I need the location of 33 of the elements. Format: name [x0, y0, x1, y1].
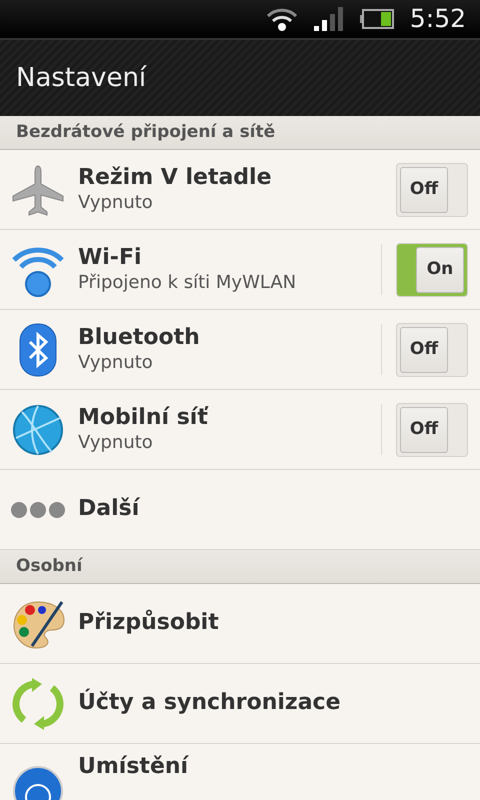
section-header: Bezdrátové připojení a sítě [16, 120, 276, 144]
item-title: Účty a synchronizace [78, 690, 342, 717]
item-title: Wi-Fi [78, 244, 143, 271]
toggle-switch[interactable]: Off [396, 402, 468, 456]
item-title: Umístění [78, 754, 190, 780]
settings-item[interactable]: Účty a synchronizace [0, 664, 480, 744]
item-title: Režim V letadle [78, 164, 273, 191]
wifi-signal-icon [266, 6, 298, 32]
item-subtitle: Vypnuto [78, 431, 154, 454]
location-globe-icon [10, 766, 66, 800]
item-subtitle: Vypnuto [78, 351, 154, 374]
item-subtitle: Připojeno k síti MyWLAN [78, 271, 298, 294]
toggle-switch[interactable]: On [396, 242, 468, 296]
settings-item[interactable]: Mobilní síť Vypnuto Off [0, 390, 480, 470]
settings-item[interactable]: Přizpůsobit [0, 584, 480, 664]
section-header: Osobní [16, 554, 82, 578]
settings-item[interactable]: Umístění [0, 744, 480, 800]
item-subtitle: Vypnuto [78, 191, 154, 214]
settings-item[interactable]: Bluetooth Vypnuto Off [0, 310, 480, 390]
sync-arrows-icon [10, 676, 66, 732]
settings-item[interactable]: Režim V letadle Vypnuto Off [0, 150, 480, 230]
three-dots-icon [10, 500, 66, 518]
toggle-switch[interactable]: Off [396, 162, 468, 216]
settings-item[interactable]: Wi-Fi Připojeno k síti MyWLAN On [0, 230, 480, 310]
item-title: Bluetooth [78, 324, 201, 351]
item-title: Mobilní síť [78, 404, 210, 431]
item-title: Přizpůsobit [78, 610, 220, 637]
screen-title: Nastavení [16, 62, 146, 94]
cell-signal-icon [314, 7, 344, 31]
toggle-switch[interactable]: Off [396, 322, 468, 376]
clock-time: 5:52 [410, 3, 466, 36]
item-title: Další [78, 496, 141, 523]
battery-icon [360, 9, 394, 29]
